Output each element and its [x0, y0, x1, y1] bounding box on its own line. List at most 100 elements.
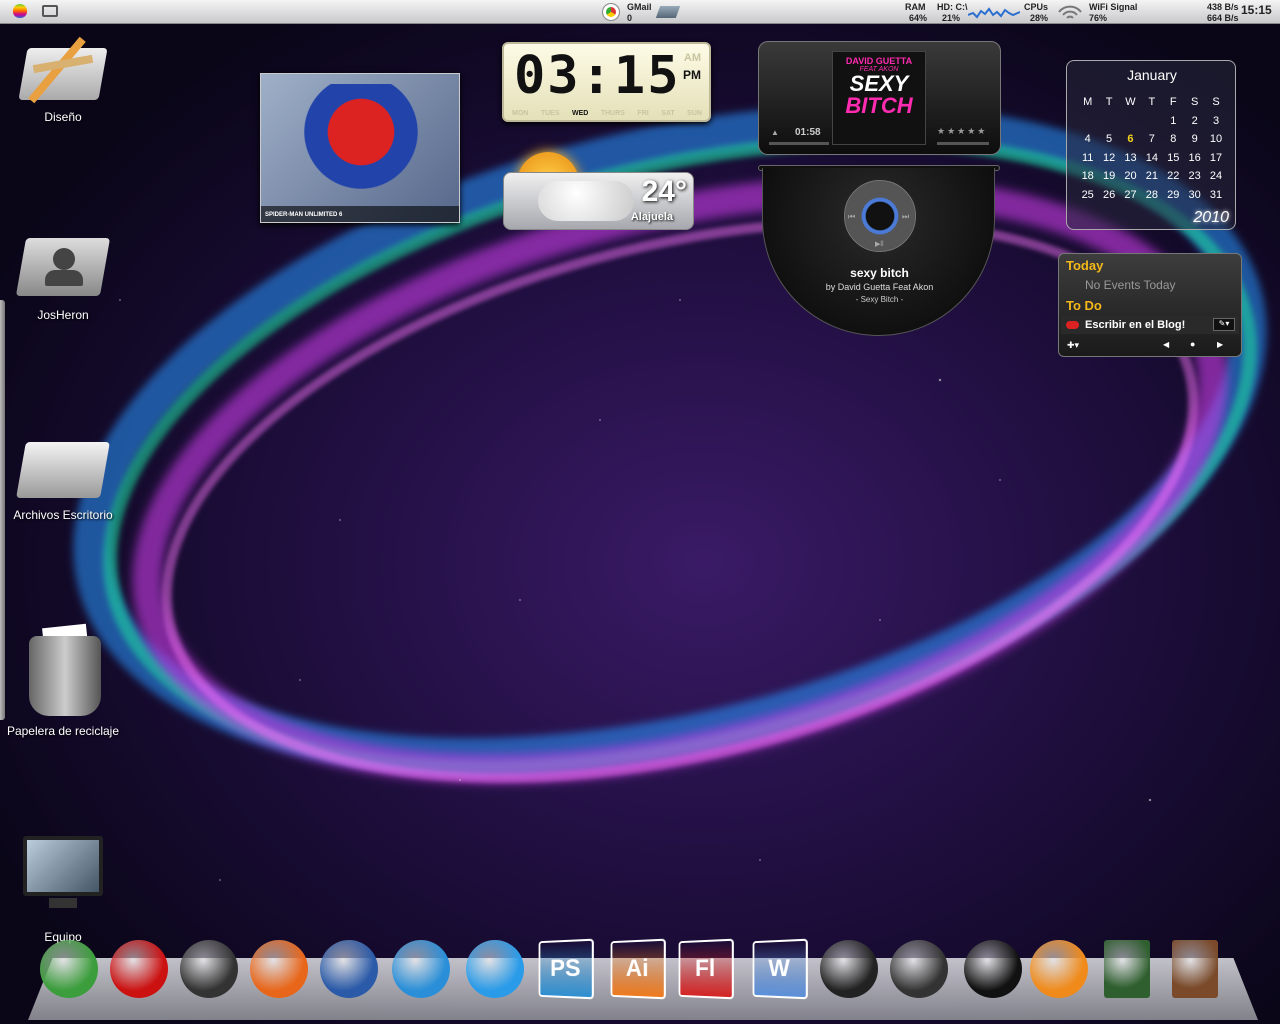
- illustrator-icon[interactable]: Ai: [610, 938, 666, 1000]
- tablet-icon[interactable]: [820, 940, 878, 998]
- word-icon[interactable]: W: [752, 938, 808, 1000]
- clock-widget[interactable]: 03:15 AM PM MON TUES WED THURS FRI SAT SUN: [502, 42, 711, 122]
- opera-icon[interactable]: [110, 940, 168, 998]
- calendar-day[interactable]: 4: [1077, 133, 1098, 145]
- calendar-day[interactable]: 21: [1141, 170, 1162, 182]
- calendar-day[interactable]: 3: [1205, 115, 1226, 127]
- photoshop-icon[interactable]: PS: [538, 938, 594, 1000]
- eject-icon[interactable]: ▲: [771, 128, 779, 137]
- calendar-year: 2010: [1193, 209, 1229, 226]
- mail-tray-icon[interactable]: [655, 6, 681, 18]
- next-icon[interactable]: ⏭: [902, 212, 909, 222]
- ram-label: RAM: [905, 2, 926, 12]
- zune-icon[interactable]: [964, 940, 1022, 998]
- album-artist-text: DAVID GUETTA: [845, 56, 913, 66]
- music-player-widget[interactable]: DAVID GUETTA FEAT AKON SEXY BITCH ▲ 01:5…: [758, 41, 1001, 155]
- calendar-widget[interactable]: January M T W T F S S 1 2 3 4 5 6 7 8 9 10 11 12 13 14 15 16 17…: [1066, 60, 1236, 230]
- desktop-icon-diseno[interactable]: Diseño: [3, 30, 123, 124]
- calendar-day[interactable]: 26: [1098, 189, 1119, 201]
- clock-am: AM: [683, 52, 701, 64]
- progress-bar[interactable]: [769, 142, 829, 145]
- topbar-time[interactable]: 15:15: [1241, 4, 1272, 16]
- calendar-day[interactable]: 17: [1205, 152, 1226, 164]
- net-down: 438 B/s: [1207, 2, 1239, 12]
- ram-value: 64%: [909, 13, 928, 23]
- weather-widget[interactable]: 24° Alajuela: [503, 172, 694, 230]
- track-album: - Sexy Bitch -: [855, 295, 904, 304]
- safari-icon[interactable]: [180, 940, 238, 998]
- calendar-day[interactable]: 15: [1163, 152, 1184, 164]
- calendar-day[interactable]: 31: [1205, 189, 1226, 201]
- desktop-icon-papelera[interactable]: Papelera de reciclaje: [3, 623, 123, 738]
- calendar-day[interactable]: 8: [1163, 133, 1184, 145]
- headphones-icon[interactable]: [890, 940, 948, 998]
- calendar-day[interactable]: 7: [1141, 133, 1162, 145]
- calendar-day[interactable]: 1: [1163, 115, 1184, 127]
- avast-icon[interactable]: [1030, 940, 1088, 998]
- prev-icon[interactable]: ⏮: [848, 212, 855, 222]
- track-title: sexy bitch: [850, 266, 909, 280]
- messenger-icon[interactable]: [466, 940, 524, 998]
- calendar-day[interactable]: 27: [1120, 189, 1141, 201]
- desktop-icon-josheron[interactable]: JosHeron: [3, 228, 123, 322]
- calendar-day[interactable]: 19: [1098, 170, 1119, 182]
- photo-frame-widget[interactable]: SPIDER-MAN UNLIMITED 6: [260, 73, 460, 223]
- calendar-day[interactable]: 12: [1098, 152, 1119, 164]
- todo-widget[interactable]: Today No Events Today To Do Escribir en …: [1058, 253, 1242, 357]
- wifi-icon: [1058, 5, 1082, 19]
- calendar-weekday: S: [1212, 96, 1220, 109]
- add-task-icon[interactable]: ✚▾: [1067, 340, 1079, 351]
- apple-icon[interactable]: [13, 4, 27, 18]
- thunderbird-icon[interactable]: [320, 940, 378, 998]
- calendar-day[interactable]: 20: [1120, 170, 1141, 182]
- calendar-day[interactable]: 2: [1184, 115, 1205, 127]
- calendar-day[interactable]: 28: [1141, 189, 1162, 201]
- calendar-day[interactable]: 6: [1120, 133, 1141, 145]
- menu-window-icon[interactable]: [42, 5, 58, 17]
- calendar-day[interactable]: 25: [1077, 189, 1098, 201]
- desktop-icon-label: Archivos Escritorio: [13, 508, 113, 522]
- clock-digits: 03:15: [514, 46, 681, 106]
- calendar-day[interactable]: 13: [1120, 152, 1141, 164]
- desktop-icon-archivos-escritorio[interactable]: Archivos Escritorio: [3, 428, 123, 522]
- calendar-day[interactable]: 9: [1184, 133, 1205, 145]
- next-page-icon[interactable]: ▶: [1217, 340, 1223, 349]
- calendar-day[interactable]: 23: [1184, 170, 1205, 182]
- calendar-day[interactable]: 5: [1098, 133, 1119, 145]
- firefox-icon[interactable]: [250, 940, 308, 998]
- clock-weekdays: MON TUES WED THURS FRI SAT SUN: [512, 110, 702, 117]
- calendar-day[interactable]: 24: [1205, 170, 1226, 182]
- desktop-icon-equipo[interactable]: Equipo: [3, 832, 123, 944]
- gmail-label[interactable]: GMail: [627, 2, 652, 12]
- calendar-day[interactable]: 11: [1077, 152, 1098, 164]
- calendar-day[interactable]: 18: [1077, 170, 1098, 182]
- hd-value: 21%: [942, 13, 961, 23]
- calendar-day[interactable]: 16: [1184, 152, 1205, 164]
- network-globe-icon[interactable]: [392, 940, 450, 998]
- chrome-tray-icon[interactable]: [602, 3, 620, 21]
- calendar-day[interactable]: 30: [1184, 189, 1205, 201]
- todo-heading: To Do: [1066, 298, 1102, 313]
- calendar-day[interactable]: 29: [1163, 189, 1184, 201]
- play-pause-icon[interactable]: ▶ll: [875, 240, 884, 248]
- priority-dot-icon: [1066, 321, 1079, 329]
- edit-dropdown-icon[interactable]: ✎▾: [1213, 318, 1235, 331]
- calendar-day[interactable]: 22: [1163, 170, 1184, 182]
- home-icon[interactable]: ●: [1190, 339, 1195, 349]
- rating-stars[interactable]: ★★★★★: [937, 126, 987, 137]
- calendar-week-row: 123: [1077, 112, 1227, 131]
- calendar-weekday: S: [1190, 96, 1199, 109]
- calendar-day[interactable]: 10: [1205, 133, 1226, 145]
- volume-bar[interactable]: [937, 142, 989, 145]
- weekday-label: MON: [512, 110, 529, 117]
- pes-game-icon[interactable]: [1104, 940, 1150, 998]
- calendar-day[interactable]: 14: [1141, 152, 1162, 164]
- war-game-icon[interactable]: [1172, 940, 1218, 998]
- calendar-month: January: [1127, 67, 1177, 83]
- flash-icon[interactable]: Fl: [678, 938, 734, 1000]
- chrome-icon[interactable]: [40, 940, 98, 998]
- todo-item[interactable]: Escribir en el Blog! ✎▾: [1061, 316, 1239, 334]
- calendar-week-row: 18 19 20 21 22 23 24: [1077, 167, 1227, 186]
- prev-page-icon[interactable]: ◀: [1163, 340, 1169, 349]
- spiderman-image: [301, 84, 421, 204]
